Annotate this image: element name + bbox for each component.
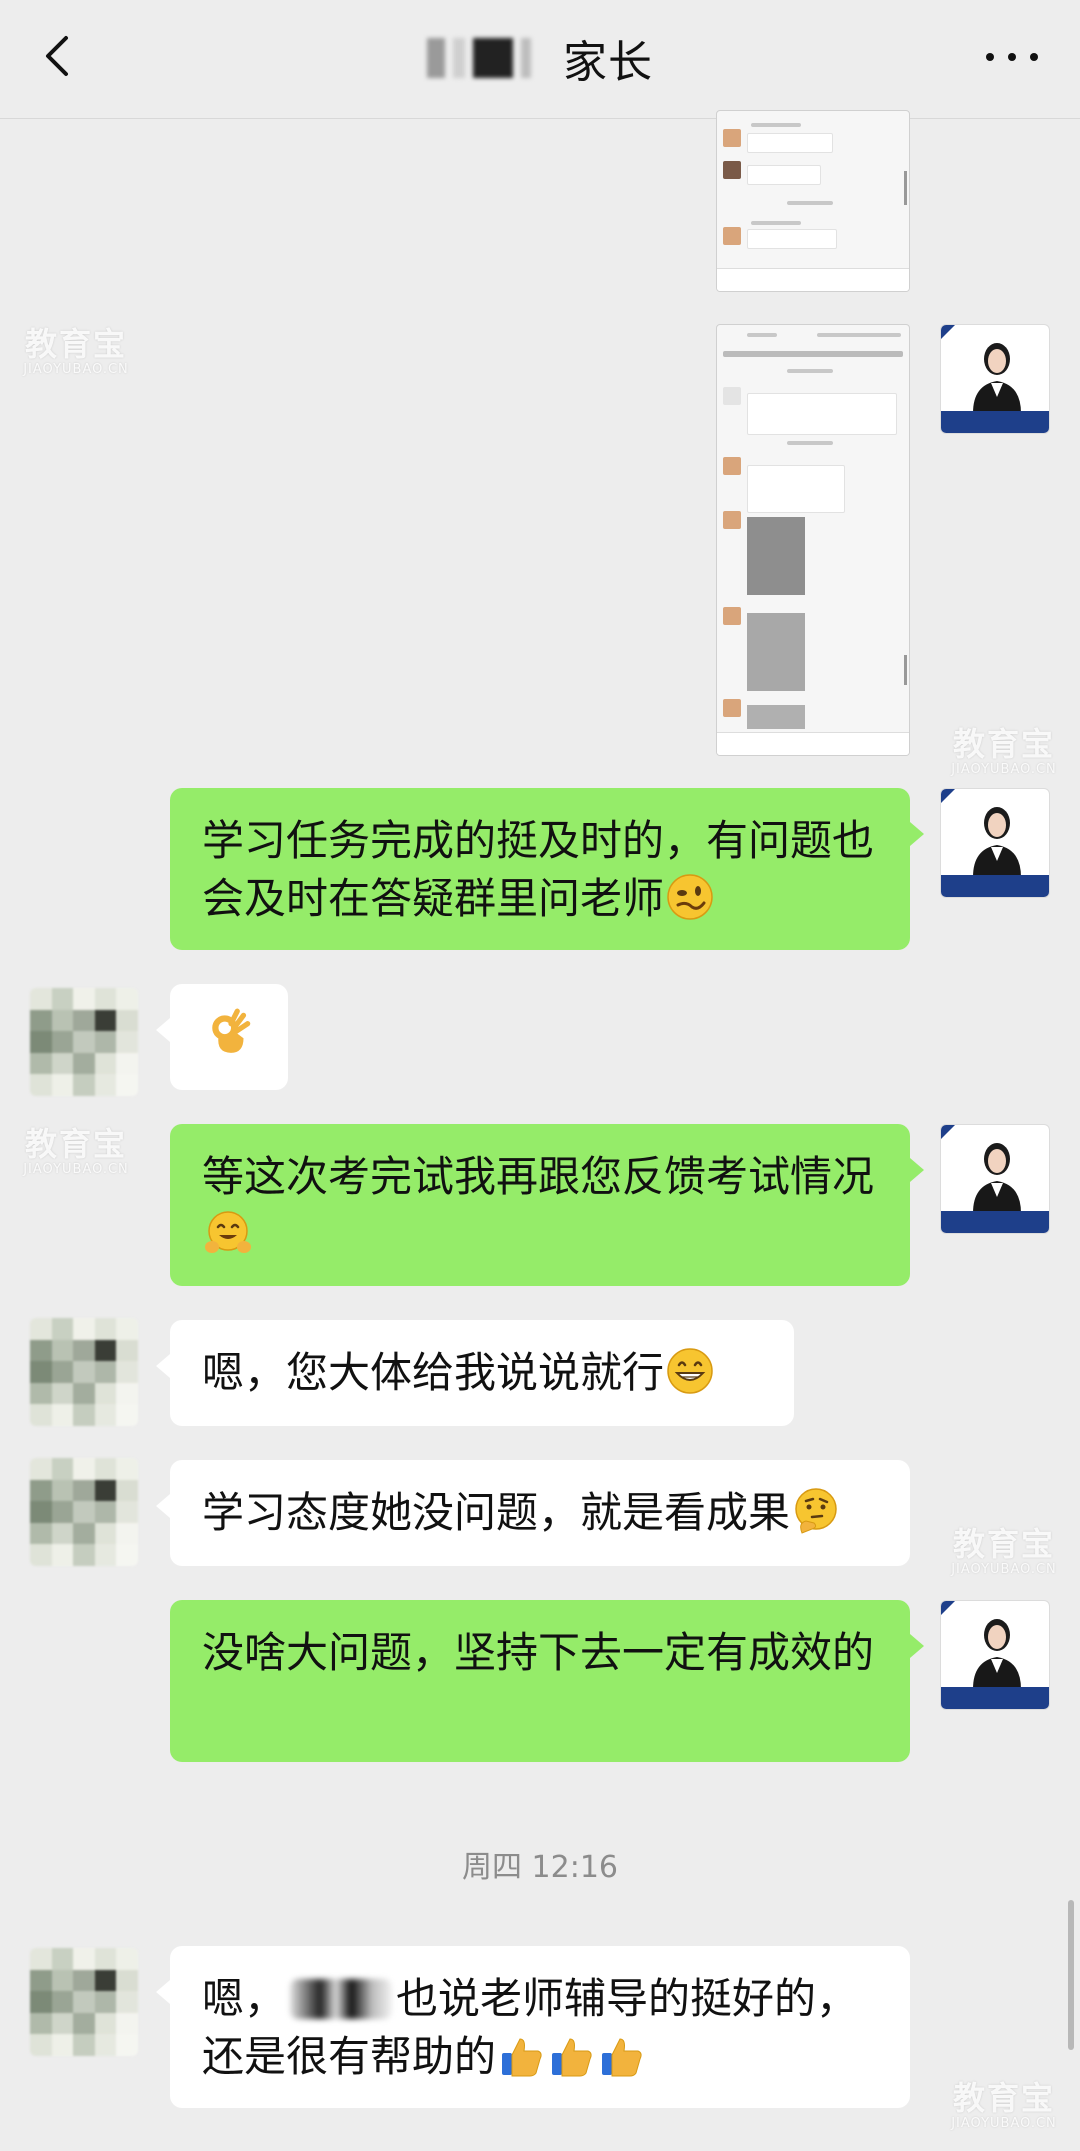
chat-title-area: 家长 <box>0 26 1080 90</box>
message-text: 没啥大问题，坚持下去一定有成效的 <box>202 1628 875 1677</box>
avatar[interactable] <box>30 1318 138 1426</box>
thumbs-up-icon <box>498 2031 546 2079</box>
message-bubble[interactable]: 嗯， 也说老师辅导的挺好的，还是很有帮助的 <box>156 1946 910 2108</box>
avatar[interactable] <box>940 1124 1050 1234</box>
grinning-face-icon <box>666 1347 714 1395</box>
avatar[interactable] <box>30 988 138 1096</box>
message-text: 嗯，您大体给我说说就行 <box>202 1348 665 1397</box>
message-timestamp: 周四 12:16 <box>462 1850 618 1885</box>
avatar[interactable] <box>940 324 1050 434</box>
message-bubble[interactable]: 嗯，您大体给我说说就行 <box>156 1320 794 1426</box>
message-bubble[interactable]: 学习态度她没问题，就是看成果 <box>156 1460 910 1566</box>
scrollbar[interactable] <box>1068 1900 1074 2050</box>
thinking-face-icon <box>792 1487 840 1535</box>
image-message[interactable] <box>716 110 910 292</box>
message-text: 等这次考完试我再跟您反馈考试情况 <box>202 1152 875 1201</box>
message-bubble[interactable] <box>156 984 288 1090</box>
chat-title: 家长 <box>563 37 653 88</box>
blurred-name <box>427 38 531 78</box>
message-text: 学习态度她没问题，就是看成果 <box>202 1488 791 1537</box>
watermark: 教育宝 JIAOYUBAO.CN <box>951 1525 1057 1577</box>
woozy-face-icon <box>666 873 714 921</box>
message-bubble[interactable]: 等这次考完试我再跟您反馈考试情况 <box>170 1124 924 1286</box>
avatar[interactable] <box>940 1600 1050 1710</box>
message-bubble[interactable]: 学习任务完成的挺及时的，有问题也会及时在答疑群里问老师 <box>170 788 924 950</box>
avatar[interactable] <box>30 1458 138 1566</box>
chat-header: 家长 <box>0 0 1080 119</box>
message-text: 嗯， <box>202 1974 287 2023</box>
more-dots-icon[interactable] <box>980 42 1044 72</box>
watermark: 教育宝 JIAOYUBAO.CN <box>23 1125 129 1177</box>
avatar[interactable] <box>940 788 1050 898</box>
chat-screen: 家长 学习任务完成的挺及时的，有问题也会及时在答疑群里问老师 等这次考完试我再跟… <box>0 0 1080 2151</box>
blurred-name <box>290 1979 393 2019</box>
image-message[interactable] <box>716 324 910 756</box>
watermark: 教育宝 JIAOYUBAO.CN <box>951 2079 1057 2131</box>
ok-hand-icon <box>206 1007 256 1057</box>
message-text: 学习任务完成的挺及时的，有问题也会及时在答疑群里问老师 <box>202 816 875 923</box>
hugging-face-icon <box>204 1209 252 1257</box>
watermark: 教育宝 JIAOYUBAO.CN <box>23 325 129 377</box>
avatar[interactable] <box>30 1948 138 2056</box>
thumbs-up-icon <box>598 2031 646 2079</box>
message-bubble[interactable]: 没啥大问题，坚持下去一定有成效的 <box>170 1600 924 1762</box>
thumbs-up-icon <box>548 2031 596 2079</box>
watermark: 教育宝 JIAOYUBAO.CN <box>951 725 1057 777</box>
